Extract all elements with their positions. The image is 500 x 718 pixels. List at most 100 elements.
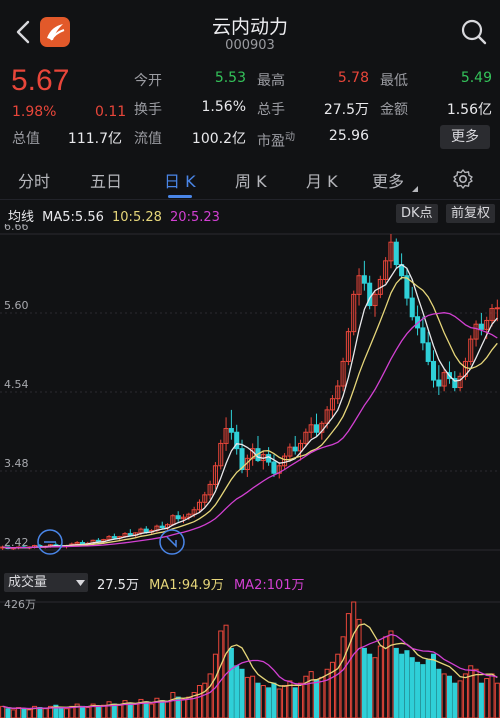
volume-bar xyxy=(63,708,70,718)
price-axis-label: 4.54 xyxy=(4,378,29,391)
quote-value: 25.96 xyxy=(328,128,369,144)
volume-indicator-select[interactable]: 成交量 xyxy=(4,573,88,592)
volume-bar xyxy=(95,705,101,718)
volume-bar xyxy=(271,682,277,718)
quote-value: 100.2亿 xyxy=(191,131,246,147)
volume-bar xyxy=(218,630,224,718)
price-axis-label: 5.60 xyxy=(4,299,29,312)
volume-bar xyxy=(207,673,213,718)
volume-bar xyxy=(298,682,304,718)
volume-bar xyxy=(473,668,479,718)
quote-label: 最高 xyxy=(257,73,285,89)
ma20-value: 20:5.23 xyxy=(170,210,220,225)
volume-bar xyxy=(42,708,48,718)
ma10-value: 10:5.28 xyxy=(112,210,162,225)
volume-bar xyxy=(404,650,410,718)
tab-0[interactable]: 分时 xyxy=(18,168,50,192)
tab-3[interactable]: 周 K xyxy=(235,168,267,192)
chevron-down-icon xyxy=(76,580,85,586)
more-quote-button[interactable]: 更多 xyxy=(440,125,490,149)
volume-bar xyxy=(196,685,202,718)
tab-2[interactable]: 日 K xyxy=(164,168,196,192)
volume-bar xyxy=(436,668,442,718)
volume-bar xyxy=(446,675,452,718)
quote-value: 27.5万 xyxy=(323,102,369,118)
tab-1[interactable]: 五日 xyxy=(90,168,122,192)
volume-bar xyxy=(361,647,367,718)
volume-selector-label: 成交量 xyxy=(8,575,48,590)
volume-bar xyxy=(441,673,447,718)
volume-chart[interactable] xyxy=(0,594,500,718)
quote-label: 今开 xyxy=(134,73,162,89)
volume-bar xyxy=(260,685,266,718)
volume-bar xyxy=(399,653,405,718)
stock-code: 000903 xyxy=(225,38,275,53)
volume-bar xyxy=(356,618,362,718)
price-axis-label: 6.66 xyxy=(4,224,29,233)
volume-bar xyxy=(180,698,187,718)
quote-label: 流值 xyxy=(134,131,162,147)
volume-bar xyxy=(266,687,272,718)
tab-4[interactable]: 月 K xyxy=(306,168,338,192)
quote-label: 换手 xyxy=(134,102,162,118)
volume-bar xyxy=(345,613,351,718)
volume-bar xyxy=(484,678,490,718)
volume-bar xyxy=(388,630,394,718)
search-icon[interactable] xyxy=(460,18,488,46)
candle-body xyxy=(95,539,101,542)
candle-body xyxy=(420,327,426,344)
volume-ma1: MA1:94.9万 xyxy=(149,578,224,593)
ma-legend: 均线 MA5:5.56 10:5.28 20:5.23 xyxy=(8,206,220,225)
volume-bar xyxy=(58,707,64,718)
volume-bar xyxy=(494,682,500,718)
quote-label: 总手 xyxy=(257,102,285,118)
candle-body xyxy=(175,515,181,520)
candlestick-chart[interactable]: 6.665.604.543.482.42 xyxy=(0,224,500,570)
candle-body xyxy=(478,323,484,330)
volume-bar xyxy=(324,668,330,718)
candle-body xyxy=(159,525,165,529)
quote-label: 最低 xyxy=(380,73,408,89)
volume-bar xyxy=(282,685,288,718)
volume-bar xyxy=(0,705,6,718)
candle-body xyxy=(361,275,367,284)
candle-body xyxy=(143,528,149,533)
candle-body xyxy=(228,428,234,433)
volume-bar xyxy=(79,705,85,718)
dk-point-button[interactable]: DK点 xyxy=(396,204,438,223)
app-header: 云内动力 000903 xyxy=(0,0,500,62)
settings-gear-icon[interactable] xyxy=(452,168,474,190)
volume-bar xyxy=(10,709,16,718)
ma-label: 均线 xyxy=(8,210,35,225)
volume-bar xyxy=(430,653,437,718)
volume-bar xyxy=(457,680,463,718)
volume-bar xyxy=(393,647,399,718)
quote-value: 5.53 xyxy=(214,70,246,86)
volume-bar xyxy=(239,668,245,718)
quote-value: 1.56% xyxy=(201,99,246,115)
volume-value: 27.5万 xyxy=(97,578,139,593)
adjust-button[interactable]: 前复权 xyxy=(446,204,496,223)
volume-bar xyxy=(478,682,484,718)
quote-value: 5.49 xyxy=(460,70,492,86)
volume-bar xyxy=(308,671,314,718)
volume-bar xyxy=(313,679,320,718)
quote-label: 金额 xyxy=(380,102,408,118)
volume-bar xyxy=(420,664,426,718)
tab-5[interactable]: 更多 xyxy=(372,168,404,192)
candle-body xyxy=(292,446,298,452)
volume-bar xyxy=(367,653,373,718)
volume-bar xyxy=(255,682,261,718)
volume-bar xyxy=(165,701,171,718)
volume-bar xyxy=(468,665,474,718)
volume-bar xyxy=(276,688,282,718)
change-amount: 0.11 xyxy=(95,104,127,120)
volume-bar xyxy=(101,704,107,718)
volume-bar xyxy=(5,708,11,718)
candle-body xyxy=(409,297,415,318)
volume-bar xyxy=(415,661,421,718)
volume-bar xyxy=(319,676,325,718)
volume-bar xyxy=(21,708,27,718)
candle-body xyxy=(494,307,500,310)
ma5-value: MA5:5.56 xyxy=(42,210,104,225)
